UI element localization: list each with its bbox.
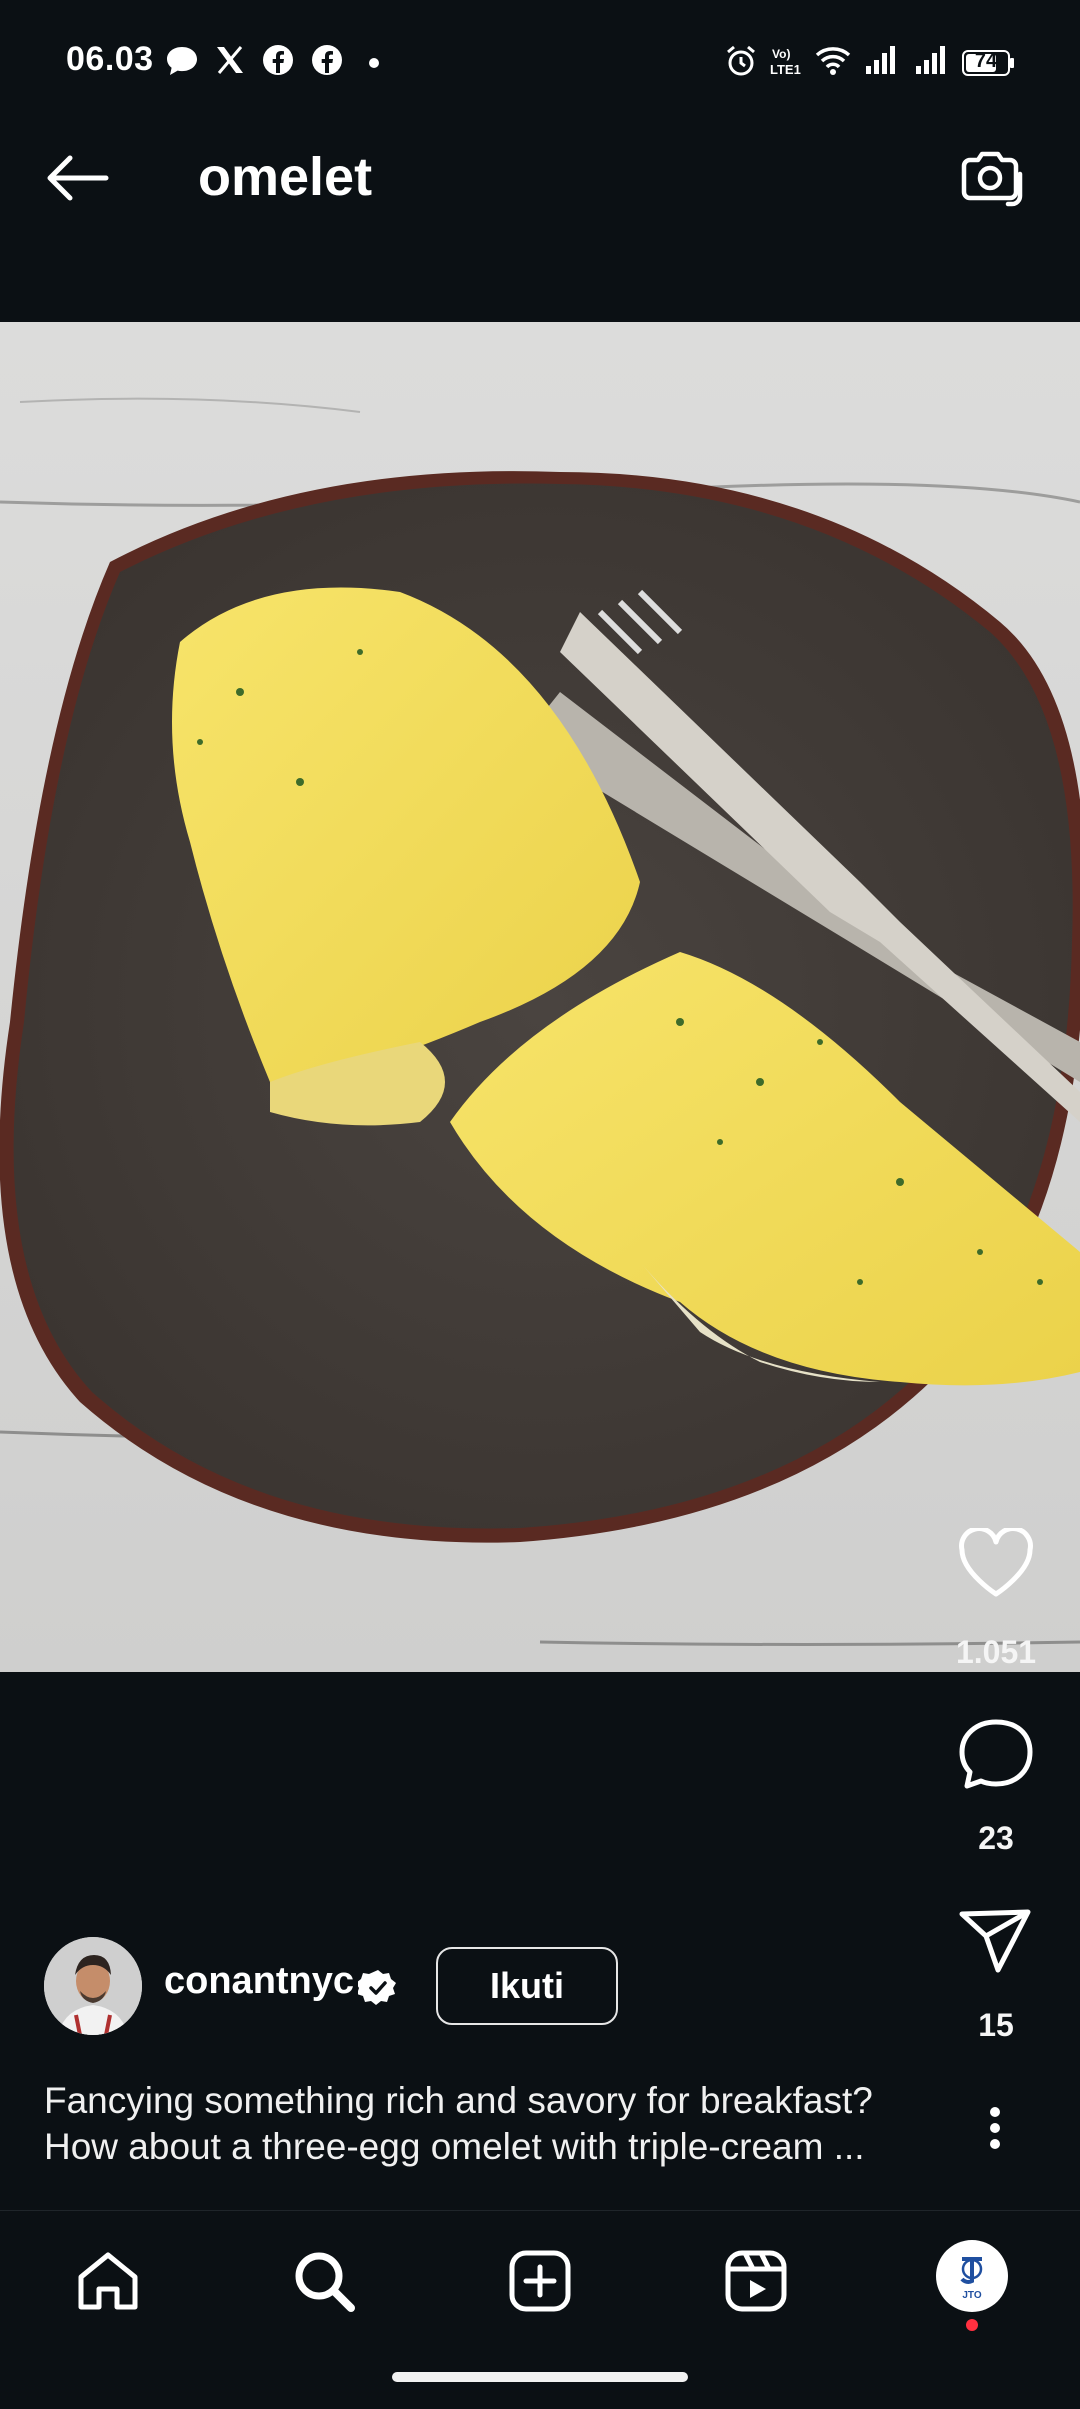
caption-line-2: How about a three-egg omelet with triple… xyxy=(44,2126,865,2167)
wifi-icon xyxy=(814,44,852,81)
chat-bubble-icon xyxy=(164,44,200,83)
like-heart-icon[interactable] xyxy=(956,1526,1036,1605)
battery-level: 74 xyxy=(974,50,998,72)
follow-button[interactable]: Ikuti xyxy=(436,1947,618,2025)
profile-badge-text: JTO xyxy=(962,2290,982,2301)
home-icon xyxy=(75,2249,141,2318)
nav-home[interactable] xyxy=(68,2243,148,2323)
post-image[interactable] xyxy=(0,322,1080,1672)
comment-count: 23 xyxy=(978,1820,1014,1856)
author-avatar[interactable] xyxy=(44,1937,142,2035)
signal-2-icon xyxy=(914,44,950,81)
more-options-icon[interactable] xyxy=(980,2104,1010,2157)
more-notifications-dot-icon xyxy=(368,56,380,74)
back-arrow-icon[interactable] xyxy=(40,148,112,213)
gesture-home-bar[interactable] xyxy=(392,2372,688,2382)
header xyxy=(0,100,1080,320)
signal-1-icon xyxy=(864,44,900,81)
search-icon xyxy=(291,2248,357,2319)
volte-icon: Vo) LTE1 xyxy=(770,46,810,83)
status-time: 06.03 xyxy=(66,40,154,78)
nav-create[interactable] xyxy=(500,2243,580,2323)
share-send-icon[interactable] xyxy=(958,1906,1034,1981)
facebook-icon xyxy=(262,44,294,81)
add-post-icon xyxy=(507,2248,573,2319)
share-count: 15 xyxy=(978,2007,1014,2043)
nav-profile[interactable]: JTO xyxy=(936,2240,1008,2312)
like-count: 1.051 xyxy=(955,1634,1037,1670)
reels-icon xyxy=(723,2248,789,2319)
svg-text:Vo): Vo) xyxy=(772,47,790,61)
facebook-icon-2 xyxy=(311,44,343,81)
camera-icon[interactable] xyxy=(956,144,1024,217)
status-bar: 06.03 Vo) LTE1 74 xyxy=(0,0,1080,100)
profile-avatar-icon: JTO xyxy=(954,2251,990,2301)
alarm-icon xyxy=(724,44,758,83)
comment-icon[interactable] xyxy=(956,1716,1036,1797)
post-caption[interactable]: Fancying something rich and savory for b… xyxy=(44,2078,944,2170)
verified-badge-icon xyxy=(356,1968,398,2013)
nav-reels[interactable] xyxy=(716,2243,796,2323)
svg-text:LTE1: LTE1 xyxy=(770,62,801,77)
page-title: omelet xyxy=(198,147,373,207)
nav-search[interactable] xyxy=(284,2243,364,2323)
username[interactable]: conantnyc xyxy=(164,1960,354,2003)
caption-line-1: Fancying something rich and savory for b… xyxy=(44,2080,873,2121)
profile-notification-dot xyxy=(966,2318,978,2336)
x-logo-icon xyxy=(214,44,246,81)
